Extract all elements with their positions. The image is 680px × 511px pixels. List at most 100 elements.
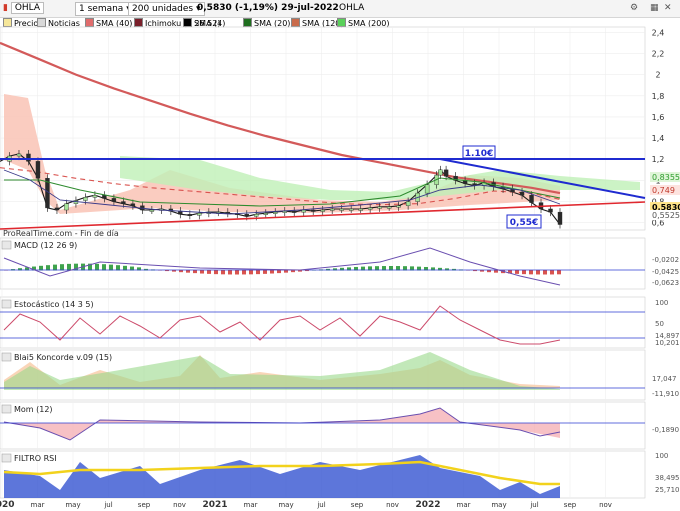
candle-body bbox=[130, 203, 136, 206]
candle-body bbox=[377, 206, 382, 209]
candle-body bbox=[197, 212, 202, 216]
x-tick-label: 2020 bbox=[0, 500, 15, 510]
macd-bar bbox=[242, 270, 246, 275]
macd-bar bbox=[200, 270, 204, 274]
candle-body bbox=[187, 214, 193, 216]
x-tick-label: mar bbox=[31, 501, 45, 509]
y-tick-label: 1,4 bbox=[652, 134, 665, 143]
x-tick-label: nov bbox=[173, 501, 186, 509]
candle-body bbox=[121, 201, 126, 204]
candle-body bbox=[348, 208, 354, 211]
price-tag: 0,8355 bbox=[652, 173, 680, 182]
blai5-value: 17,047 bbox=[652, 375, 677, 383]
macd-bar bbox=[249, 270, 253, 275]
y-tick-label: 2 bbox=[655, 71, 660, 80]
panel-icon bbox=[1, 352, 12, 362]
y-tick-label: 1,8 bbox=[652, 92, 665, 101]
candle-body bbox=[26, 153, 31, 162]
candle-body bbox=[339, 208, 344, 211]
x-tick-label: nov bbox=[386, 501, 399, 509]
candle-body bbox=[35, 161, 41, 179]
candle-body bbox=[424, 184, 430, 194]
stoch-value: 10,201 bbox=[655, 339, 680, 347]
macd-bar bbox=[221, 270, 225, 275]
macd-bar bbox=[228, 270, 232, 275]
macd-bar bbox=[193, 270, 197, 274]
x-tick-label: sep bbox=[564, 501, 577, 509]
candle-body bbox=[111, 198, 117, 202]
candle-body bbox=[405, 201, 411, 206]
candle-body bbox=[149, 209, 155, 212]
x-tick-label: sep bbox=[138, 501, 151, 509]
candle-body bbox=[92, 195, 98, 198]
macd-bar bbox=[67, 263, 71, 271]
candle-body bbox=[54, 207, 60, 211]
panel-title: Mom (12) bbox=[14, 405, 53, 414]
candle-body bbox=[443, 169, 449, 177]
macd-bar bbox=[102, 264, 106, 271]
low-annotation: 0,55€ bbox=[510, 218, 538, 228]
blai5-value: -11,910 bbox=[652, 390, 679, 398]
candle-body bbox=[396, 205, 401, 208]
candle-body bbox=[320, 209, 325, 212]
x-tick-label: may bbox=[278, 501, 293, 509]
macd-bar bbox=[536, 270, 540, 275]
stoch-panel-frame bbox=[0, 296, 646, 349]
macd-value: -0,0623 bbox=[652, 279, 679, 287]
macd-bar bbox=[270, 270, 274, 274]
y-tick-label: 1,2 bbox=[652, 155, 665, 164]
candle-body bbox=[263, 212, 268, 215]
candle-body bbox=[292, 210, 297, 213]
macd-value: -0,0425 bbox=[652, 268, 679, 276]
x-tick-label: 2021 bbox=[202, 500, 227, 510]
candle-body bbox=[273, 211, 278, 214]
panel-title: Blai5 Koncorde v.09 (15) bbox=[14, 353, 112, 362]
macd-bar bbox=[550, 270, 554, 275]
macd-bar bbox=[207, 270, 211, 274]
candle-body bbox=[301, 209, 306, 213]
stoch-value: 50 bbox=[655, 320, 664, 328]
candle-body bbox=[519, 191, 525, 196]
candle-body bbox=[438, 169, 443, 176]
candle-body bbox=[330, 208, 335, 211]
series-line bbox=[0, 41, 561, 195]
y-tick-label: 0,6 bbox=[652, 219, 665, 228]
candle-body bbox=[244, 214, 249, 217]
rsi-value: 25,710 bbox=[655, 486, 680, 494]
y-tick-label: 2,4 bbox=[652, 28, 665, 37]
x-tick-label: jul bbox=[103, 501, 112, 509]
source-note: ProRealTime.com - Fin de día bbox=[3, 229, 119, 238]
x-tick-label: sep bbox=[351, 501, 364, 509]
y-tick-label: 1,6 bbox=[652, 113, 665, 122]
candle-body bbox=[83, 197, 88, 201]
macd-bar bbox=[494, 270, 498, 273]
macd-bar bbox=[60, 264, 64, 271]
candle-body bbox=[367, 207, 373, 210]
candle-body bbox=[386, 206, 392, 209]
x-tick-label: jul bbox=[529, 501, 538, 509]
macd-bar bbox=[186, 270, 190, 273]
macd-line bbox=[3, 247, 561, 286]
stoch-value: 100 bbox=[655, 299, 668, 307]
x-tick-label: mar bbox=[244, 501, 258, 509]
x-tick-label: may bbox=[491, 501, 506, 509]
macd-bar bbox=[263, 270, 267, 274]
macd-bar bbox=[256, 270, 260, 275]
panel-title: MACD (12 26 9) bbox=[14, 241, 77, 250]
high-annotation: 1.10€ bbox=[465, 149, 493, 159]
x-tick-label: nov bbox=[599, 501, 612, 509]
macd-bar bbox=[277, 270, 281, 274]
macd-bar bbox=[557, 270, 561, 275]
macd-bar bbox=[95, 263, 99, 271]
x-tick-label: mar bbox=[457, 501, 471, 509]
x-tick-label: jul bbox=[316, 501, 325, 509]
candle-body bbox=[529, 195, 534, 203]
panel-icon bbox=[1, 240, 12, 250]
candle-body bbox=[557, 211, 563, 225]
candle-body bbox=[358, 208, 363, 211]
candle-body bbox=[548, 208, 553, 213]
rsi-value: 38,495 bbox=[655, 474, 680, 482]
macd-value: -0,0202 bbox=[652, 256, 679, 264]
macd-bar bbox=[543, 270, 547, 275]
panel-title: FILTRO RSI bbox=[14, 454, 57, 463]
